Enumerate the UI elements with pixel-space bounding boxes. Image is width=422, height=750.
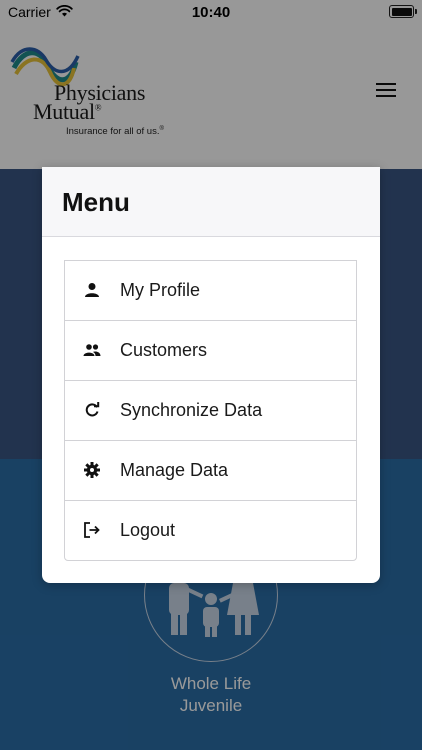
logout-icon bbox=[84, 522, 100, 538]
menu-item-logout[interactable]: Logout bbox=[64, 500, 357, 561]
people-icon bbox=[83, 344, 101, 356]
menu-item-manage-data[interactable]: Manage Data bbox=[64, 440, 357, 501]
menu-item-label: Customers bbox=[120, 340, 208, 360]
menu-item-label: Synchronize Data bbox=[120, 400, 263, 420]
modal-header: Menu bbox=[42, 167, 380, 237]
menu-item-label: Manage Data bbox=[120, 460, 229, 480]
menu-item-label: Logout bbox=[120, 520, 176, 540]
modal-title: Menu bbox=[62, 187, 130, 217]
menu-item-label: My Profile bbox=[120, 280, 201, 300]
menu-item-synchronize-data[interactable]: Synchronize Data bbox=[64, 380, 357, 441]
menu-item-my-profile[interactable]: My Profile bbox=[64, 260, 357, 321]
sync-icon bbox=[85, 402, 100, 417]
menu-modal: Menu My Profile Customers Synchronize Da… bbox=[42, 167, 380, 583]
gear-icon bbox=[84, 462, 100, 478]
person-icon bbox=[85, 283, 99, 297]
menu-item-customers[interactable]: Customers bbox=[64, 320, 357, 381]
